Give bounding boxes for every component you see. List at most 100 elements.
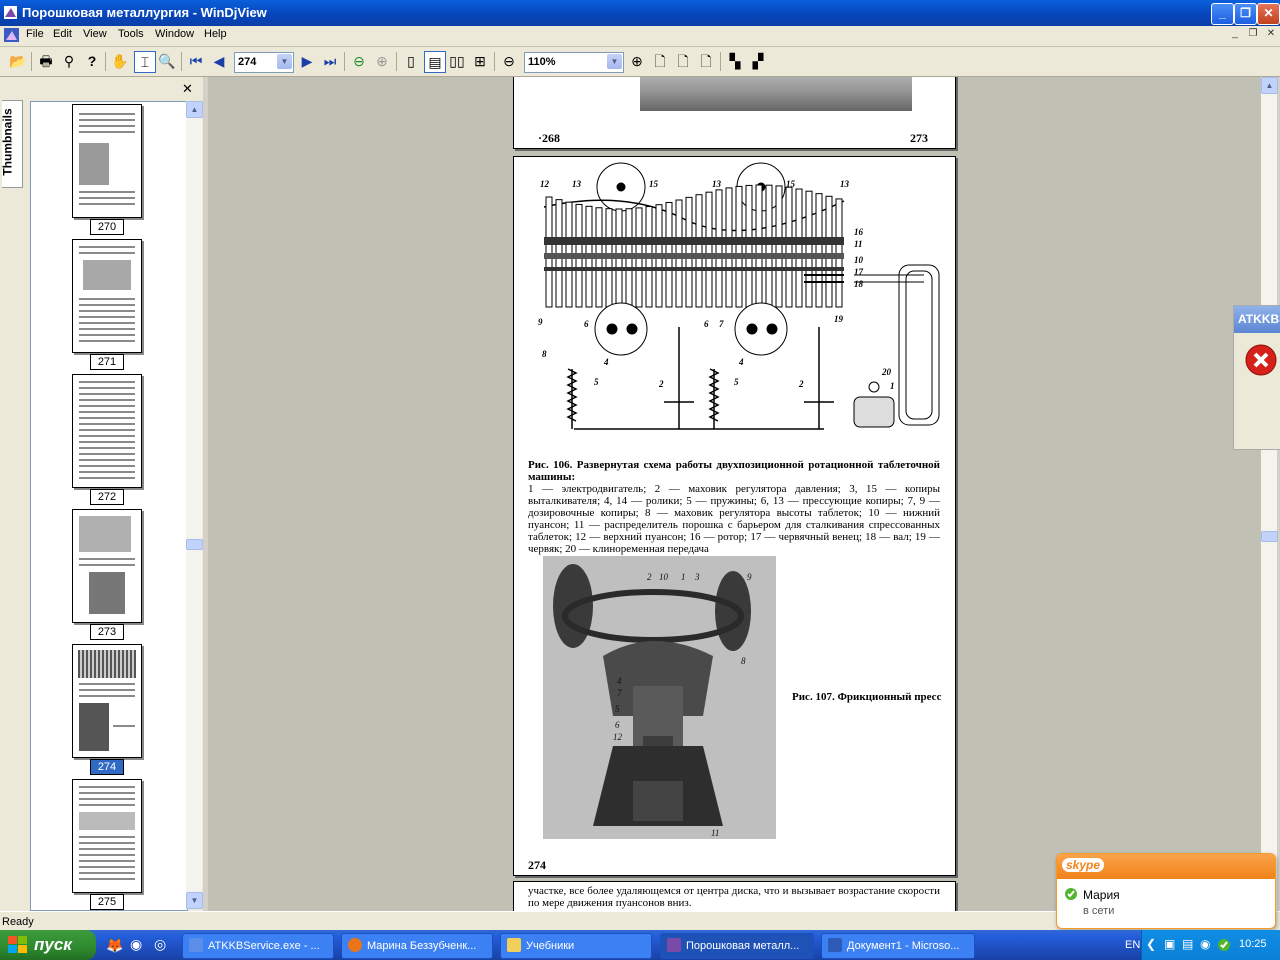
firefox-quicklaunch-icon[interactable]: 🦊	[106, 937, 123, 954]
thumbnail-scrollbar[interactable]: ▲ ▼	[186, 101, 203, 909]
contact-name[interactable]: Мария	[1083, 888, 1120, 902]
status-text: Ready	[2, 916, 34, 928]
menu-view[interactable]: View	[83, 28, 107, 40]
previous-page: ·268 273	[513, 77, 956, 149]
menu-edit[interactable]: Edit	[53, 28, 72, 40]
taskbar-item-atkkb[interactable]: ATKKBService.exe - ...	[182, 933, 334, 959]
svg-text:12: 12	[540, 179, 550, 189]
thumbnail-page[interactable]	[72, 374, 142, 488]
open-icon[interactable]: 📂	[8, 51, 28, 71]
skype-notification[interactable]: skype Мария в сети	[1056, 853, 1276, 929]
thumbnail-page[interactable]	[72, 644, 142, 758]
scroll-up-icon[interactable]: ▲	[1261, 77, 1278, 94]
page-number-left: ·268	[538, 131, 561, 145]
windjview-icon	[667, 938, 681, 952]
svg-text:4: 4	[738, 357, 744, 367]
thumbnail-label[interactable]: 272	[90, 489, 124, 505]
svg-text:16: 16	[854, 227, 864, 237]
skype-header: skype	[1057, 854, 1275, 879]
close-icon[interactable]: ✕	[182, 81, 193, 97]
fit-width-icon[interactable]: 🗋	[673, 51, 693, 71]
forward-icon[interactable]: ⊕	[372, 51, 392, 71]
start-label: пуск	[34, 935, 72, 954]
language-indicator[interactable]: EN	[1125, 939, 1140, 951]
chevron-down-icon[interactable]: ▼	[277, 54, 292, 69]
thumbnail-label-selected[interactable]: 274	[90, 759, 124, 775]
taskbar-item-folder[interactable]: Учебники	[500, 933, 652, 959]
select-tool-icon[interactable]: ⌶	[134, 51, 156, 73]
figure-107-photo: 2 10 1 3 9 8 4 7 5 6 12 11	[543, 556, 776, 839]
page-number-combo[interactable]: 274 ▼	[234, 52, 294, 73]
thumbnail-label[interactable]: 273	[90, 624, 124, 640]
chrome-quicklaunch-icon[interactable]: ◎	[154, 936, 166, 953]
layout-mode-icon[interactable]: ▞	[748, 51, 768, 71]
taskbar-item-windjview[interactable]: Порошковая металл...	[660, 933, 814, 959]
display-mode-icon[interactable]: ▚	[725, 51, 745, 71]
scroll-thumb[interactable]	[1261, 531, 1278, 542]
chevron-down-icon[interactable]: ▼	[607, 54, 622, 69]
taskbar-item-browser[interactable]: Марина Беззубченк...	[341, 933, 493, 959]
mdi-close-button[interactable]: ✕	[1264, 28, 1278, 41]
first-page-icon[interactable]: ⏮	[186, 51, 206, 71]
opera-tray-icon[interactable]: ◉	[1200, 937, 1210, 951]
help-icon[interactable]: ?	[82, 51, 102, 71]
mdi-restore-button[interactable]: ❐	[1246, 28, 1260, 41]
maximize-button[interactable]: ❐	[1234, 3, 1257, 25]
find-icon[interactable]: ⚲	[59, 51, 79, 71]
back-icon[interactable]: ⊖	[349, 51, 369, 71]
error-icon[interactable]	[1245, 344, 1277, 376]
zoom-out-icon[interactable]: ⊖	[499, 51, 519, 71]
continuous-icon[interactable]: ▤	[424, 51, 446, 73]
clock[interactable]: 10:25	[1239, 938, 1267, 950]
minimize-button[interactable]: _	[1211, 3, 1234, 25]
thumbnail-label[interactable]: 270	[90, 219, 124, 235]
document-scrollbar[interactable]: ▲	[1261, 77, 1278, 911]
single-page-icon[interactable]: ▯	[401, 51, 421, 71]
thumbnails-tab[interactable]: Thumbnails	[1, 100, 23, 188]
scroll-up-icon[interactable]: ▲	[186, 101, 203, 118]
tray-expand-icon[interactable]: ❮	[1146, 937, 1156, 951]
menu-help[interactable]: Help	[204, 28, 227, 40]
thumbnail-page[interactable]	[72, 239, 142, 353]
prev-page-icon[interactable]: ◀	[209, 51, 229, 71]
punch-column	[755, 184, 763, 308]
opera-quicklaunch-icon[interactable]: ◉	[130, 936, 142, 953]
thumbnail-page[interactable]	[72, 509, 142, 623]
zoom-in-icon[interactable]: ⊕	[627, 51, 647, 71]
punch-column	[785, 186, 793, 308]
taskbar-item-word[interactable]: Документ1 - Microso...	[821, 933, 975, 959]
tray-app-icon[interactable]: ▣	[1164, 937, 1175, 951]
page-number: 274	[528, 858, 546, 872]
zoom-tool-icon[interactable]: 🔍	[157, 51, 177, 71]
last-page-icon[interactable]: ⏭	[320, 51, 340, 71]
continuous-facing-icon[interactable]: ⊞	[470, 51, 490, 71]
punch-column	[545, 196, 553, 308]
network-icon[interactable]: ▤	[1182, 937, 1193, 951]
thumbnail-page[interactable]	[72, 779, 142, 893]
next-page-icon[interactable]: ▶	[297, 51, 317, 71]
facing-pages-icon[interactable]: ▯▯	[447, 51, 467, 71]
word-icon	[828, 938, 842, 952]
menu-tools[interactable]: Tools	[118, 28, 144, 40]
close-button[interactable]: ✕	[1257, 3, 1280, 25]
skype-tray-icon[interactable]	[1217, 938, 1231, 952]
scroll-down-icon[interactable]: ▼	[186, 892, 203, 909]
menu-window[interactable]: Window	[155, 28, 194, 40]
mdi-minimize-button[interactable]: _	[1228, 28, 1242, 41]
print-icon[interactable]: 🖶	[36, 51, 56, 71]
menu-file[interactable]: File	[26, 28, 44, 40]
firefox-icon	[348, 938, 362, 952]
thumbnail-label[interactable]: 275	[90, 894, 124, 910]
actual-size-icon[interactable]: 🗋	[696, 51, 716, 71]
hand-tool-icon[interactable]: ✋	[110, 51, 130, 71]
punch-column	[775, 185, 783, 308]
fit-page-icon[interactable]: 🗋	[650, 51, 670, 71]
zoom-combo[interactable]: 110% ▼	[524, 52, 624, 73]
start-button[interactable]: пуск	[0, 930, 96, 960]
thumbnail-page[interactable]	[72, 104, 142, 218]
toolbar: 📂 🖶 ⚲ ? ✋ ⌶ 🔍 ⏮ ◀ 274 ▼ ▶ ⏭ ⊖ ⊕ ▯ ▤ ▯▯ ⊞…	[0, 47, 1280, 77]
svg-text:8: 8	[741, 656, 746, 666]
scroll-thumb[interactable]	[186, 539, 203, 550]
document-view[interactable]: ·268 273 12 13 15 13 15 13 16 11 10 17 1…	[208, 77, 1261, 911]
thumbnail-label[interactable]: 271	[90, 354, 124, 370]
